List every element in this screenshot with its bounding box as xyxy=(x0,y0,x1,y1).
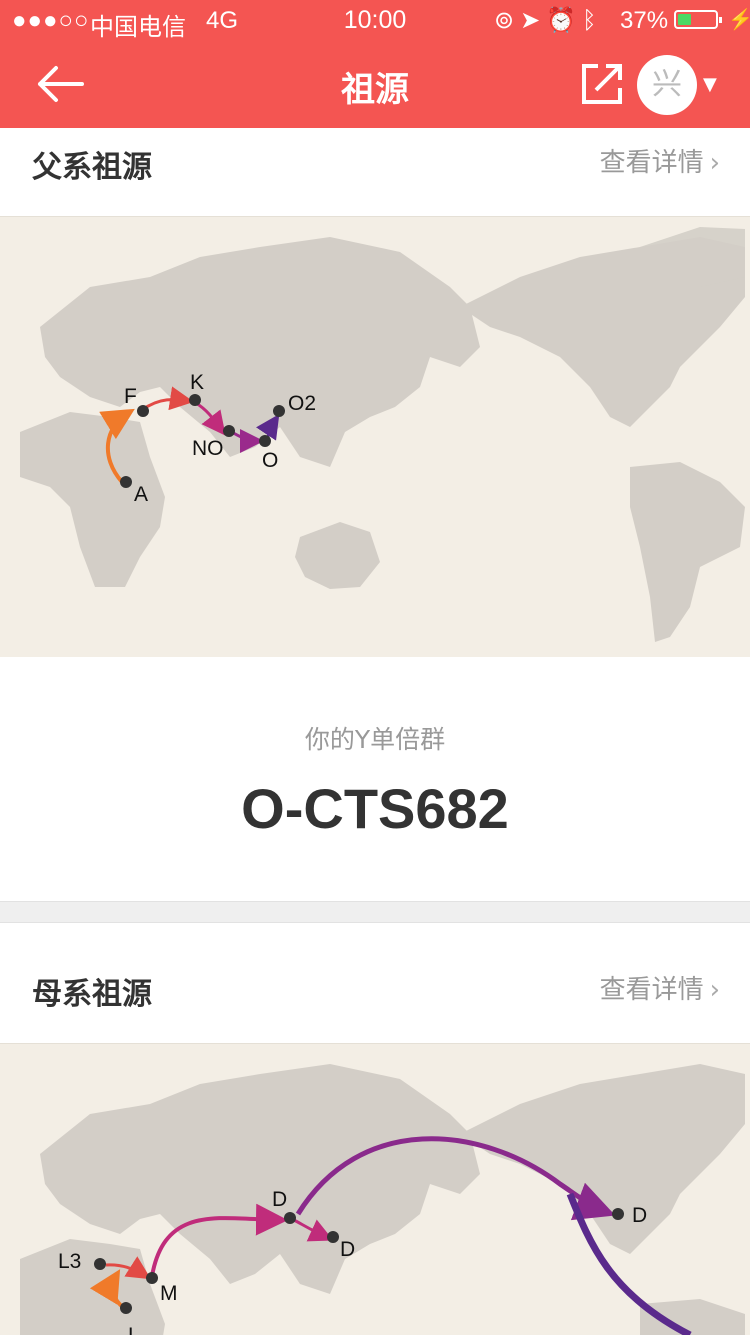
y-haplogroup-result: 你的Y单倍群 O-CTS682 xyxy=(0,720,750,841)
landmass-africa xyxy=(20,1239,165,1335)
share-icon[interactable] xyxy=(580,62,624,106)
map-label-f: F xyxy=(124,385,137,408)
maternal-title: 母系祖源 xyxy=(32,977,152,1012)
map-point-no xyxy=(223,425,235,437)
map-point-k xyxy=(189,394,201,406)
paternal-section-header: 父系祖源 查看详情 › xyxy=(0,128,750,216)
view-details-label: 查看详情 xyxy=(599,148,704,178)
maternal-map-canvas: L3 M D D D L xyxy=(20,1064,745,1335)
map-label-o2: O2 xyxy=(288,392,316,415)
map-label-o: O xyxy=(262,449,278,472)
view-details-label: 查看详情 xyxy=(599,975,704,1005)
continents xyxy=(20,227,745,642)
map-point-d-china xyxy=(327,1231,339,1243)
map-point-a xyxy=(120,476,132,488)
landmass-australia xyxy=(295,522,380,589)
map-label-d-china: D xyxy=(340,1238,355,1261)
maternal-section-header: 母系祖源 查看详情 › xyxy=(0,955,750,1043)
paternal-view-details-link[interactable]: 查看详情 › xyxy=(600,142,720,179)
battery-percent: 37% xyxy=(620,7,669,34)
paternal-map-canvas: A F K NO O O2 xyxy=(20,227,745,642)
map-label-d-origin: D xyxy=(272,1188,287,1211)
map-label-k: K xyxy=(190,371,204,394)
map-point-l3 xyxy=(94,1258,106,1270)
paternal-migration-map: A F K NO O O2 xyxy=(0,216,750,657)
map-point-m xyxy=(146,1272,158,1284)
landmass-north-america xyxy=(460,1064,745,1254)
continents xyxy=(20,1064,745,1335)
map-label-l: L xyxy=(128,1324,140,1335)
alarm-icon: ⏰ xyxy=(546,7,583,34)
map-label-d-america: D xyxy=(632,1204,647,1227)
charging-icon: ⚡ xyxy=(728,9,750,31)
maternal-view-details-link[interactable]: 查看详情 › xyxy=(600,969,720,1006)
map-point-o2 xyxy=(273,405,285,417)
map-label-no: NO xyxy=(192,437,224,460)
map-label-m: M xyxy=(160,1282,178,1305)
chevron-right-icon: › xyxy=(709,975,720,1005)
map-point-d-america xyxy=(612,1208,624,1220)
bluetooth-icon: ᛒ xyxy=(582,7,603,34)
battery-icon xyxy=(674,10,722,29)
map-point-o xyxy=(259,435,271,447)
rotation-lock-icon: ⊚ xyxy=(494,7,521,34)
maternal-migration-map: L3 M D D D L xyxy=(0,1043,750,1335)
map-point-l xyxy=(120,1302,132,1314)
status-icons: ⊚➤⏰ᛒ xyxy=(494,6,603,35)
landmass-south-america xyxy=(630,462,745,642)
map-label-l3: L3 xyxy=(58,1250,81,1273)
chevron-down-icon[interactable]: ▼ xyxy=(703,74,717,95)
haplogroup-value: O-CTS682 xyxy=(241,777,509,840)
section-divider xyxy=(0,901,750,923)
map-point-d-origin xyxy=(284,1212,296,1224)
map-point-f xyxy=(137,405,149,417)
avatar[interactable]: 兴 xyxy=(637,55,697,115)
haplogroup-label: 你的Y单倍群 xyxy=(304,725,446,754)
map-label-a: A xyxy=(134,483,148,506)
location-icon: ➤ xyxy=(520,7,547,34)
chevron-right-icon: › xyxy=(709,148,720,178)
paternal-title: 父系祖源 xyxy=(32,150,152,185)
status-bar: ●●●○○ 中国电信 4G 10:00 ⊚➤⏰ᛒ 37% ⚡ xyxy=(0,0,750,41)
nav-bar: 祖源 兴 ▼ xyxy=(0,40,750,128)
